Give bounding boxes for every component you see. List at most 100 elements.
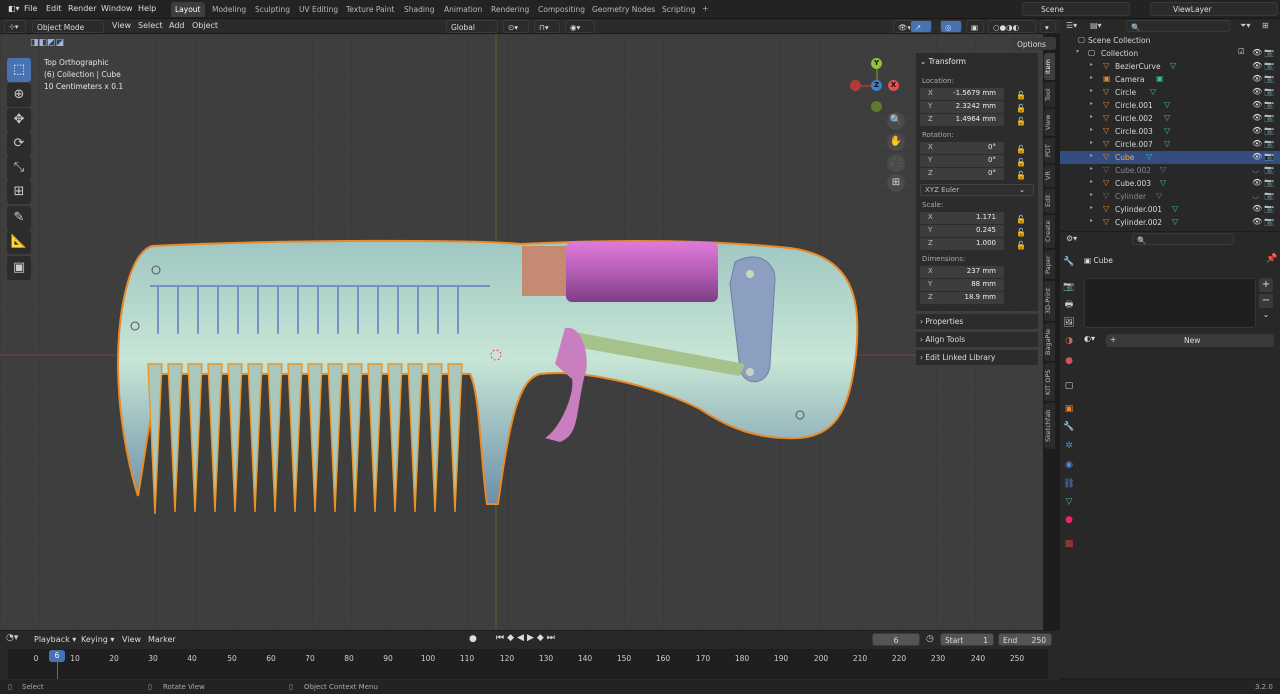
pin-icon[interactable]: 📌 bbox=[1266, 254, 1277, 264]
remove-slot-button[interactable]: − bbox=[1259, 294, 1273, 308]
scale-z-field[interactable]: Z 1.000 bbox=[920, 238, 1004, 250]
eye-icon[interactable]: 👁 bbox=[1252, 48, 1262, 57]
tab-sculpting[interactable]: Sculpting bbox=[251, 2, 294, 17]
add-cube-tool[interactable]: ▣ bbox=[7, 256, 31, 280]
rotation-lock-icons[interactable]: 🔓 🔓 🔓 bbox=[1016, 143, 1026, 182]
tab-geometry-nodes[interactable]: Geometry Nodes bbox=[588, 2, 659, 17]
material-browse-icon[interactable]: ◐▾ bbox=[1084, 334, 1106, 347]
scene-collection-row[interactable]: ▢ Scene Collection bbox=[1060, 34, 1280, 47]
gizmo-neg-x-axis[interactable] bbox=[850, 80, 861, 91]
texture-properties-icon[interactable]: ▩ bbox=[1063, 538, 1075, 550]
outliner-editor-icon[interactable]: ☰▾ bbox=[1066, 21, 1077, 30]
eye-icon[interactable]: 👁 bbox=[1252, 87, 1262, 96]
material-properties-icon[interactable]: ● bbox=[1063, 514, 1075, 526]
camera-icon[interactable]: 📷 bbox=[1264, 113, 1274, 122]
outliner-item[interactable]: ▸ ▽ Cylinder.002 ▽ 👁 📷 bbox=[1060, 216, 1280, 229]
add-workspace-button[interactable]: + bbox=[702, 4, 709, 13]
object-name-row[interactable]: ▣ Cube bbox=[1084, 256, 1113, 265]
tab-tool[interactable]: Tool bbox=[1044, 82, 1055, 107]
rotate-tool[interactable]: ⟳ bbox=[7, 132, 31, 156]
collection-row[interactable]: ▾ ▢ Collection ☑ 👁 📷 bbox=[1060, 47, 1280, 60]
tab-item[interactable]: Item bbox=[1044, 53, 1055, 80]
scale-x-field[interactable]: X 1.171 bbox=[920, 212, 1004, 224]
tab-edit[interactable]: Edit bbox=[1044, 189, 1055, 213]
tab-modeling[interactable]: Modeling bbox=[208, 2, 250, 17]
view-layer-selector[interactable]: ViewLayer bbox=[1150, 2, 1278, 16]
outliner-item[interactable]: ▸ ▽ Circle ▽ 👁 📷 bbox=[1060, 86, 1280, 99]
rotation-z-field[interactable]: Z 0° bbox=[920, 168, 1004, 180]
properties-search-input[interactable]: 🔍 bbox=[1132, 233, 1234, 245]
camera-icon[interactable]: 📷 bbox=[1264, 139, 1274, 148]
eye-icon[interactable]: 👁 bbox=[1252, 178, 1262, 187]
playhead-frame-indicator[interactable]: 6 bbox=[49, 650, 65, 662]
eye-icon[interactable]: 👁 bbox=[1252, 61, 1262, 70]
outliner-item[interactable]: ▸ ▽ Circle.001 ▽ 👁 📷 bbox=[1060, 99, 1280, 112]
camera-icon[interactable]: 📷 bbox=[1264, 48, 1274, 57]
outliner-item[interactable]: ▸ ▽ Circle.003 ▽ 👁 📷 bbox=[1060, 125, 1280, 138]
select-box-tool[interactable]: ⬚ bbox=[7, 58, 31, 82]
3d-viewport[interactable]: Top Orthographic (6) Collection | Cube 1… bbox=[0, 34, 1056, 630]
view-layer-icon[interactable]: 🖼 bbox=[1063, 317, 1075, 329]
dimensions-y-field[interactable]: Y 88 mm bbox=[920, 279, 1004, 291]
eye-icon[interactable]: 👁 bbox=[1252, 74, 1262, 83]
tab-vr[interactable]: VR bbox=[1044, 165, 1055, 187]
end-frame-field[interactable]: End 250 bbox=[998, 633, 1052, 646]
transform-orientation[interactable]: Global bbox=[446, 20, 498, 33]
gizmo-z-axis[interactable]: Z bbox=[871, 80, 882, 91]
menu-window[interactable]: Window bbox=[101, 4, 133, 13]
scale-y-field[interactable]: Y 0.245 bbox=[920, 225, 1004, 237]
eye-icon[interactable]: 👁 bbox=[1252, 113, 1262, 122]
measure-tool[interactable]: 📐 bbox=[7, 230, 31, 254]
menu-timeline-view[interactable]: View bbox=[122, 635, 141, 644]
material-slot-list[interactable] bbox=[1084, 278, 1256, 328]
tab-compositing[interactable]: Compositing bbox=[534, 2, 589, 17]
location-x-field[interactable]: X -1.5679 mm bbox=[920, 88, 1004, 100]
tab-view[interactable]: View bbox=[1044, 109, 1055, 136]
current-frame-field[interactable]: 6 bbox=[872, 633, 920, 646]
eye-icon[interactable]: 👁 bbox=[1252, 139, 1262, 148]
record-icon[interactable]: ● bbox=[469, 634, 477, 644]
editor-type-button[interactable]: ⊹▾ bbox=[4, 20, 26, 33]
dimensions-x-field[interactable]: X 237 mm bbox=[920, 266, 1004, 278]
move-tool[interactable]: ✥ bbox=[7, 108, 31, 132]
new-material-button[interactable]: + New bbox=[1106, 334, 1274, 347]
outliner-item[interactable]: ▸ ▽ Cylinder.001 ▽ 👁 📷 bbox=[1060, 203, 1280, 216]
camera-icon[interactable]: 📷 bbox=[1264, 87, 1274, 96]
tab-scripting[interactable]: Scripting bbox=[658, 2, 699, 17]
modifier-properties-icon[interactable]: 🔧 bbox=[1063, 421, 1075, 433]
menu-edit[interactable]: Edit bbox=[46, 4, 62, 13]
menu-file[interactable]: File bbox=[24, 4, 37, 13]
zoom-icon[interactable]: 🔍 bbox=[887, 112, 905, 130]
gizmo-y-axis[interactable]: Y bbox=[871, 58, 882, 69]
properties-editor-icon[interactable]: ⚙▾ bbox=[1066, 234, 1077, 243]
camera-icon[interactable]: 📷 bbox=[1264, 165, 1274, 174]
particles-properties-icon[interactable]: ✲ bbox=[1063, 440, 1075, 452]
menu-add[interactable]: Add bbox=[169, 21, 185, 30]
eye-icon[interactable]: 👁 bbox=[1252, 126, 1262, 135]
scene-properties-icon[interactable]: ◑ bbox=[1063, 335, 1075, 347]
constraints-properties-icon[interactable]: ⛓ bbox=[1063, 478, 1075, 490]
eye-icon[interactable]: 👁 bbox=[1252, 152, 1262, 161]
menu-select[interactable]: Select bbox=[138, 21, 163, 30]
outliner-item[interactable]: ▸ ▽ BezierCurve ▽ 👁 📷 bbox=[1060, 60, 1280, 73]
eye-closed-icon[interactable]: ◡ bbox=[1252, 165, 1259, 174]
filter-icon[interactable]: ⏷▾ bbox=[1240, 21, 1250, 31]
clock-icon[interactable]: ◷ bbox=[926, 634, 934, 644]
tab-paper[interactable]: Paper bbox=[1044, 250, 1055, 279]
output-properties-icon[interactable]: 🖶 bbox=[1063, 299, 1075, 311]
outliner-item[interactable]: ▸ ▣ Camera ▣ 👁 📷 bbox=[1060, 73, 1280, 86]
tab-bagapie[interactable]: BagaPie bbox=[1044, 323, 1055, 361]
eye-closed-icon[interactable]: ◡ bbox=[1252, 191, 1259, 200]
menu-keying[interactable]: Keying ▾ bbox=[81, 635, 114, 644]
camera-icon[interactable]: 📷 bbox=[1264, 191, 1274, 200]
tab-texture-paint[interactable]: Texture Paint bbox=[342, 2, 398, 17]
playback-controls[interactable]: ⏮◆◀▶◆⏭ bbox=[496, 633, 558, 643]
eye-icon[interactable]: 👁 bbox=[1252, 204, 1262, 213]
object-properties-icon[interactable]: ▣ bbox=[1063, 403, 1075, 415]
outliner-item[interactable]: ▸ ▽ Cube.003 ▽ 👁 📷 bbox=[1060, 177, 1280, 190]
camera-icon[interactable]: 📷 bbox=[1264, 152, 1274, 161]
location-z-field[interactable]: Z 1.4964 mm bbox=[920, 114, 1004, 126]
timeline-editor-icon[interactable]: ◔▾ bbox=[6, 633, 18, 643]
display-mode-icon[interactable]: ▤▾ bbox=[1090, 21, 1102, 30]
render-properties-icon[interactable]: 📷 bbox=[1063, 281, 1075, 293]
